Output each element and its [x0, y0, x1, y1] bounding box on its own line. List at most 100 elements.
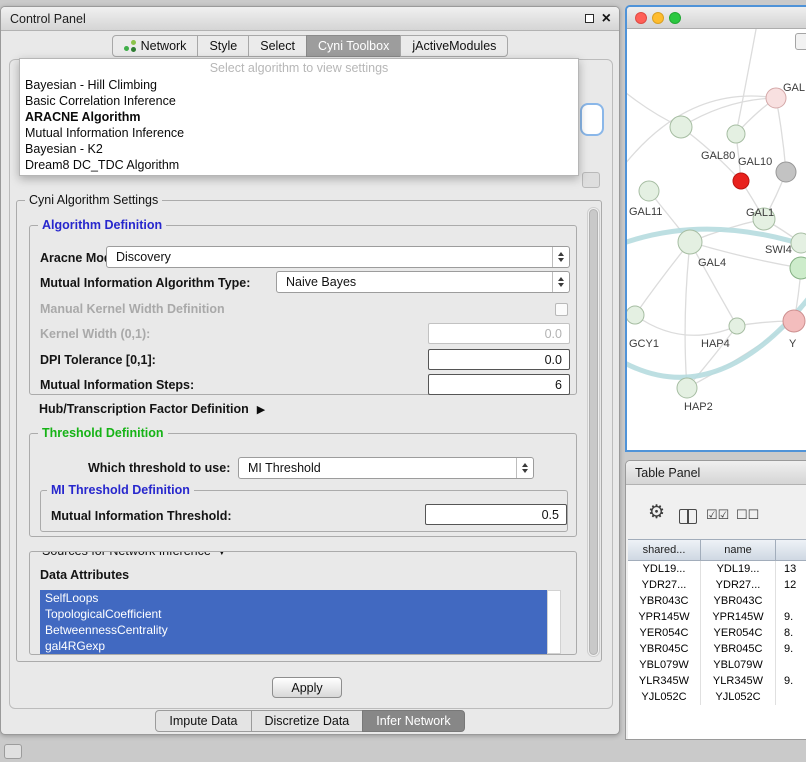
- float-window-icon[interactable]: [585, 14, 594, 23]
- network-canvas[interactable]: GALGAL80GAL10GAL11GAL1SWI4GAL4GCY1HAP4YH…: [627, 29, 806, 449]
- node-label-gal: GAL: [783, 82, 805, 94]
- table-cell: 9.: [776, 609, 806, 625]
- network-graph[interactable]: GALGAL80GAL10GAL11GAL1SWI4GAL4GCY1HAP4YH…: [627, 29, 806, 449]
- mi-steps-field[interactable]: [428, 374, 570, 395]
- data-attribute-topologicalcoefficient[interactable]: TopologicalCoefficient: [40, 606, 547, 622]
- network-node[interactable]: [727, 125, 745, 143]
- data-attribute-selfloops[interactable]: SelfLoops: [40, 590, 547, 606]
- tab-impute-data[interactable]: Impute Data: [155, 710, 251, 732]
- algorithm-option-basic-correlation-inference[interactable]: Basic Correlation Inference: [20, 93, 578, 109]
- table-row[interactable]: YBR045CYBR045C9.: [628, 641, 806, 657]
- network-node[interactable]: [733, 173, 749, 189]
- network-edge[interactable]: [681, 98, 776, 127]
- algorithm-option-bayesian-k2[interactable]: Bayesian - K2: [20, 141, 578, 157]
- algorithm-definition-group: Algorithm Definition Aracne Mode: Discov…: [29, 225, 577, 395]
- minimize-traffic-light[interactable]: [652, 12, 664, 24]
- control-panel-titlebar[interactable]: Control Panel ×: [1, 7, 619, 31]
- mi-algorithm-type-combo[interactable]: Naive Bayes: [276, 271, 570, 293]
- manual-kernel-width-label: Manual Kernel Width Definition: [40, 302, 225, 316]
- gear-icon[interactable]: ⚙: [648, 503, 665, 522]
- apply-button[interactable]: Apply: [272, 677, 342, 698]
- table-row[interactable]: YBR043CYBR043C: [628, 593, 806, 609]
- algorithm-option-dream8-dc-tdc-algorithm[interactable]: Dream8 DC_TDC Algorithm: [20, 157, 578, 173]
- table-cell: 12: [776, 577, 806, 593]
- mi-threshold-field[interactable]: [425, 504, 567, 525]
- tab-jactivemodules[interactable]: jActiveModules: [400, 35, 508, 57]
- table-row[interactable]: YPR145WYPR145W9.: [628, 609, 806, 625]
- network-node[interactable]: [670, 116, 692, 138]
- network-node[interactable]: [776, 162, 796, 182]
- collapse-down-icon[interactable]: ▼: [217, 551, 227, 558]
- tab-network[interactable]: Network: [112, 35, 199, 57]
- dpi-tolerance-field[interactable]: [428, 349, 570, 370]
- table-cell: YBR045C: [701, 641, 776, 657]
- table-row[interactable]: YDR27...YDR27...12: [628, 577, 806, 593]
- table-row[interactable]: YLR345WYLR345W9.: [628, 673, 806, 689]
- column-header-name[interactable]: name: [701, 540, 776, 560]
- network-node[interactable]: [678, 230, 702, 254]
- node-label-swi4: SWI4: [765, 244, 792, 256]
- table-row[interactable]: YER054CYER054C8.: [628, 625, 806, 641]
- network-tool-fragment[interactable]: [795, 33, 806, 50]
- deselect-all-columns-icon[interactable]: ☐☐: [736, 508, 759, 521]
- network-node[interactable]: [639, 181, 659, 201]
- table-cell: YPR145W: [628, 609, 701, 625]
- zoom-traffic-light[interactable]: [669, 12, 681, 24]
- table-row[interactable]: YDL19...YDL19...13: [628, 561, 806, 577]
- manual-kernel-width-checkbox[interactable]: [555, 303, 568, 316]
- network-node[interactable]: [677, 378, 697, 398]
- network-edge[interactable]: [776, 98, 786, 172]
- table-row[interactable]: YJL052CYJL052C: [628, 689, 806, 705]
- network-node[interactable]: [729, 318, 745, 334]
- network-node[interactable]: [627, 306, 644, 324]
- node-label-gal80: GAL80: [701, 150, 735, 162]
- data-attribute-gal4rgexp[interactable]: gal4RGexp: [40, 638, 547, 654]
- control-panel-window: Control Panel × Network StyleSelectCyni T…: [0, 6, 620, 735]
- table-panel-titlebar[interactable]: Table Panel: [626, 461, 806, 485]
- dpi-tolerance-label: DPI Tolerance [0,1]:: [40, 353, 156, 367]
- which-threshold-combo[interactable]: MI Threshold: [238, 457, 534, 479]
- column-header-2[interactable]: [776, 540, 806, 560]
- tab-style[interactable]: Style: [197, 35, 249, 57]
- attributes-scrollbar[interactable]: [547, 590, 561, 654]
- tab-label: Network: [141, 39, 187, 53]
- settings-scrollbar[interactable]: [587, 207, 600, 657]
- table-row[interactable]: YBL079WYBL079W: [628, 657, 806, 673]
- network-node[interactable]: [790, 257, 806, 279]
- network-node[interactable]: [791, 233, 806, 253]
- algorithm-option-aracne-algorithm[interactable]: ARACNE Algorithm: [20, 109, 578, 125]
- network-edge[interactable]: [627, 281, 806, 377]
- algorithm-option-mutual-information-inference[interactable]: Mutual Information Inference: [20, 125, 578, 141]
- aracne-mode-combo[interactable]: Discovery: [106, 246, 570, 268]
- table-header: shared...name: [628, 539, 806, 561]
- scrollbar-thumb[interactable]: [589, 209, 598, 655]
- panel-button-fragment[interactable]: [582, 172, 600, 188]
- network-edge[interactable]: [690, 242, 737, 326]
- tab-cyni-toolbox[interactable]: Cyni Toolbox: [306, 35, 401, 57]
- network-edge[interactable]: [635, 315, 737, 335]
- kernel-width-field[interactable]: [428, 323, 570, 344]
- search-box-fragment[interactable]: [580, 103, 604, 136]
- network-edge[interactable]: [635, 242, 690, 315]
- network-edge[interactable]: [685, 242, 690, 388]
- algorithm-option-bayesian-hill-climbing[interactable]: Bayesian - Hill Climbing: [20, 77, 578, 93]
- select-all-columns-icon[interactable]: ☑☑: [706, 508, 729, 521]
- table-cell: YBR045C: [628, 641, 701, 657]
- minimized-panel-icon[interactable]: [4, 744, 22, 759]
- hub-definition-toggle[interactable]: Hub/Transcription Factor Definition ▶: [39, 402, 265, 416]
- combo-arrows-icon: [516, 458, 533, 478]
- network-edge[interactable]: [736, 29, 757, 134]
- tab-select[interactable]: Select: [248, 35, 307, 57]
- tab-infer-network[interactable]: Infer Network: [362, 710, 464, 732]
- data-attribute-betweennesscentrality[interactable]: BetweennessCentrality: [40, 622, 547, 638]
- column-header-shared[interactable]: shared...: [628, 540, 701, 560]
- network-window-titlebar[interactable]: [627, 7, 806, 29]
- data-attributes-label: Data Attributes: [40, 568, 129, 582]
- tab-discretize-data[interactable]: Discretize Data: [251, 710, 364, 732]
- threshold-definition-title: Threshold Definition: [38, 426, 168, 441]
- mi-steps-label: Mutual Information Steps:: [40, 378, 194, 392]
- network-node[interactable]: [783, 310, 805, 332]
- columns-icon[interactable]: [679, 509, 697, 524]
- close-window-icon[interactable]: ×: [602, 11, 611, 27]
- close-traffic-light[interactable]: [635, 12, 647, 24]
